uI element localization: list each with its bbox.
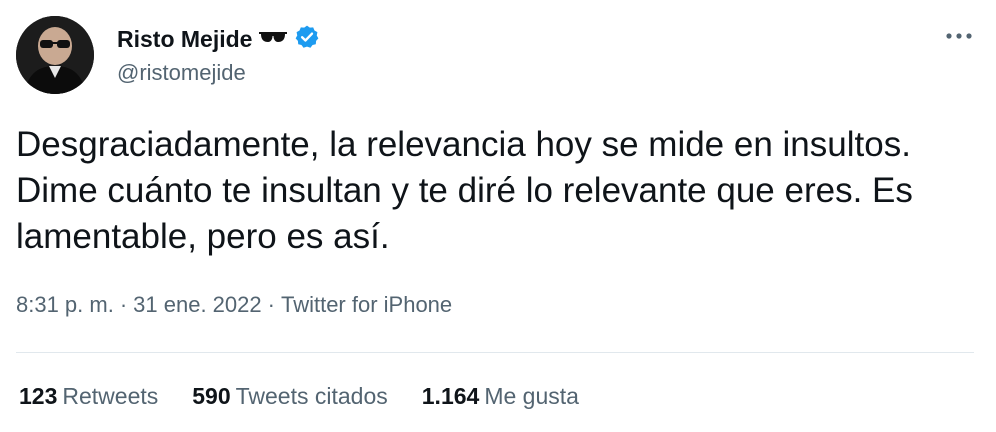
quote-tweets-count: 590 <box>192 383 231 409</box>
quote-tweets-stat[interactable]: 590 Tweets citados <box>192 383 388 410</box>
likes-label: Me gusta <box>484 383 579 409</box>
tweet-time[interactable]: 8:31 p. m. <box>16 292 114 318</box>
user-handle[interactable]: @ristomejide <box>117 60 246 86</box>
quote-tweets-label: Tweets citados <box>235 383 388 409</box>
avatar-image <box>16 16 94 94</box>
tweet-source[interactable]: Twitter for iPhone <box>281 292 452 318</box>
retweets-label: Retweets <box>62 383 159 409</box>
separator: · <box>119 292 128 317</box>
tweet-date[interactable]: 31 ene. 2022 <box>133 292 261 318</box>
divider <box>16 352 974 353</box>
retweets-stat[interactable]: 123 Retweets <box>19 383 158 410</box>
sunglasses-icon <box>258 30 288 49</box>
separator: · <box>267 292 275 317</box>
tweet-metadata: 8:31 p. m. · 31 ene. 2022 · Twitter for … <box>16 292 452 318</box>
engagement-stats: 123 Retweets 590 Tweets citados 1.164 Me gu… <box>19 383 579 410</box>
likes-count: 1.164 <box>421 383 480 409</box>
retweets-count: 123 <box>19 383 58 409</box>
avatar[interactable] <box>16 16 94 94</box>
display-name[interactable]: Risto Mejide <box>117 26 252 53</box>
more-options-icon[interactable] <box>944 26 974 46</box>
likes-stat[interactable]: 1.164 Me gusta <box>422 383 579 410</box>
tweet-text: Desgraciadamente, la relevancia hoy se m… <box>16 125 913 256</box>
verified-badge-icon <box>294 24 320 55</box>
tweet-card: Risto Mejide @ristomejide Desgraciadamen… <box>0 0 996 432</box>
